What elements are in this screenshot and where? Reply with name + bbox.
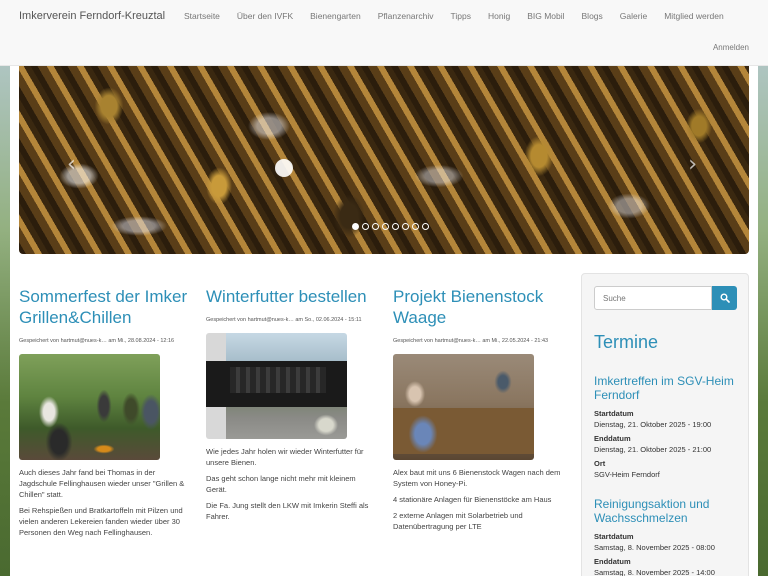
- article-title[interactable]: Projekt Bienenstock Waage: [393, 286, 563, 328]
- sidebar: Termine Imkertreffen im SGV-Heim Ferndor…: [581, 273, 749, 576]
- carousel-indicator[interactable]: [422, 223, 429, 230]
- article-image[interactable]: [19, 354, 160, 460]
- event-start-label: Startdatum: [594, 409, 634, 418]
- article-meta: Gespeichert von hartmut@nues-k… am Mi., …: [19, 338, 175, 344]
- nav-link-bienengarten[interactable]: Bienengarten: [310, 11, 361, 21]
- nav-link-big-mobil[interactable]: BIG Mobil: [527, 11, 564, 21]
- article-body: Alex baut mit uns 6 Bienenstock Wagen na…: [393, 467, 563, 532]
- article-paragraph: Die Fa. Jung stellt den LKW mit Imkerin …: [206, 501, 369, 521]
- carousel-indicator[interactable]: [352, 223, 359, 230]
- nav-link-pflanzenarchiv[interactable]: Pflanzenarchiv: [378, 11, 434, 21]
- article-meta: Gespeichert von hartmut@nues-k… am So., …: [206, 317, 362, 323]
- carousel-indicator[interactable]: [362, 223, 369, 230]
- carousel-indicator[interactable]: [402, 223, 409, 230]
- article-body: Wie jedes Jahr holen wir wieder Winterfu…: [206, 446, 376, 522]
- article-bienenstock-waage: Projekt Bienenstock Waage Gespeichert vo…: [393, 286, 563, 537]
- carousel-indicators: [352, 223, 429, 230]
- article-title[interactable]: Sommerfest der Imker Grillen&Chillen: [19, 286, 189, 328]
- article-sommerfest: Sommerfest der Imker Grillen&Chillen Ges…: [19, 286, 189, 543]
- event-title[interactable]: Imkertreffen im SGV-Heim Ferndorf: [594, 374, 744, 402]
- chevron-right-icon[interactable]: ›: [688, 152, 697, 177]
- event-end: Dienstag, 21. Oktober 2025 - 21:00: [594, 445, 712, 454]
- chevron-left-icon[interactable]: ‹: [67, 152, 76, 177]
- event-start: Samstag, 8. November 2025 - 08:00: [594, 543, 715, 552]
- nav-link-tipps[interactable]: Tipps: [450, 11, 470, 21]
- article-image[interactable]: [393, 354, 534, 460]
- article-paragraph: Das geht schon lange nicht mehr mit klei…: [206, 474, 356, 494]
- search-icon: [720, 293, 730, 303]
- article-body: Auch dieses Jahr fand bei Thomas in der …: [19, 467, 189, 538]
- nav-link-galerie[interactable]: Galerie: [620, 11, 647, 21]
- nav-link-mitglied-werden[interactable]: Mitglied werden: [664, 11, 724, 21]
- event-end-label: Enddatum: [594, 434, 631, 443]
- event-end-label: Enddatum: [594, 557, 631, 566]
- article-paragraph: Bei Rehspießen und Bratkartoffeln mit Pi…: [19, 506, 183, 537]
- article-image[interactable]: [206, 333, 347, 439]
- login-link[interactable]: Anmelden: [713, 43, 749, 52]
- main-nav: Startseite Über den IVFK Bienengarten Pf…: [184, 11, 741, 21]
- carousel-indicator[interactable]: [392, 223, 399, 230]
- nav-link-ueber-den-ivfk[interactable]: Über den IVFK: [237, 11, 293, 21]
- event-end: Samstag, 8. November 2025 - 14:00: [594, 568, 715, 576]
- pointer-cursor: [275, 159, 293, 177]
- article-paragraph: 4 stationäre Anlagen für Bienenstöcke am…: [393, 495, 552, 504]
- article-paragraph: Alex baut mit uns 6 Bienenstock Wagen na…: [393, 468, 561, 488]
- search-button[interactable]: [712, 286, 737, 310]
- site-brand[interactable]: Imkerverein Ferndorf-Kreuztal: [19, 10, 165, 22]
- article-meta: Gespeichert von hartmut@nues-k… am Mi., …: [393, 338, 549, 344]
- background-scenery-right: [758, 0, 768, 576]
- article-winterfutter: Winterfutter bestellen Gespeichert von h…: [206, 286, 376, 527]
- article-title[interactable]: Winterfutter bestellen: [206, 286, 376, 307]
- article-paragraph: Auch dieses Jahr fand bei Thomas in der …: [19, 468, 185, 499]
- hero-carousel[interactable]: ‹ ›: [19, 66, 749, 254]
- nav-link-startseite[interactable]: Startseite: [184, 11, 220, 21]
- event-place: SGV-Heim Ferndorf: [594, 470, 660, 479]
- event-place-label: Ort: [594, 459, 606, 468]
- article-paragraph: 2 externe Anlagen mit Solarbetrieb und D…: [393, 511, 523, 531]
- event-start-label: Startdatum: [594, 532, 634, 541]
- nav-link-blogs[interactable]: Blogs: [582, 11, 603, 21]
- event-title[interactable]: Reinigungsaktion und Wachsschmelzen: [594, 497, 744, 525]
- event-item: Reinigungsaktion und Wachsschmelzen Star…: [594, 497, 744, 576]
- nav-link-honig[interactable]: Honig: [488, 11, 510, 21]
- event-item: Imkertreffen im SGV-Heim Ferndorf Startd…: [594, 374, 744, 479]
- termine-heading: Termine: [594, 332, 659, 352]
- navbar: Imkerverein Ferndorf-Kreuztal Startseite…: [0, 0, 768, 66]
- carousel-indicator[interactable]: [382, 223, 389, 230]
- carousel-indicator[interactable]: [372, 223, 379, 230]
- carousel-indicator[interactable]: [412, 223, 419, 230]
- background-scenery-left: [0, 0, 10, 576]
- article-paragraph: Wie jedes Jahr holen wir wieder Winterfu…: [206, 447, 364, 467]
- search-input[interactable]: [594, 286, 712, 310]
- event-start: Dienstag, 21. Oktober 2025 - 19:00: [594, 420, 712, 429]
